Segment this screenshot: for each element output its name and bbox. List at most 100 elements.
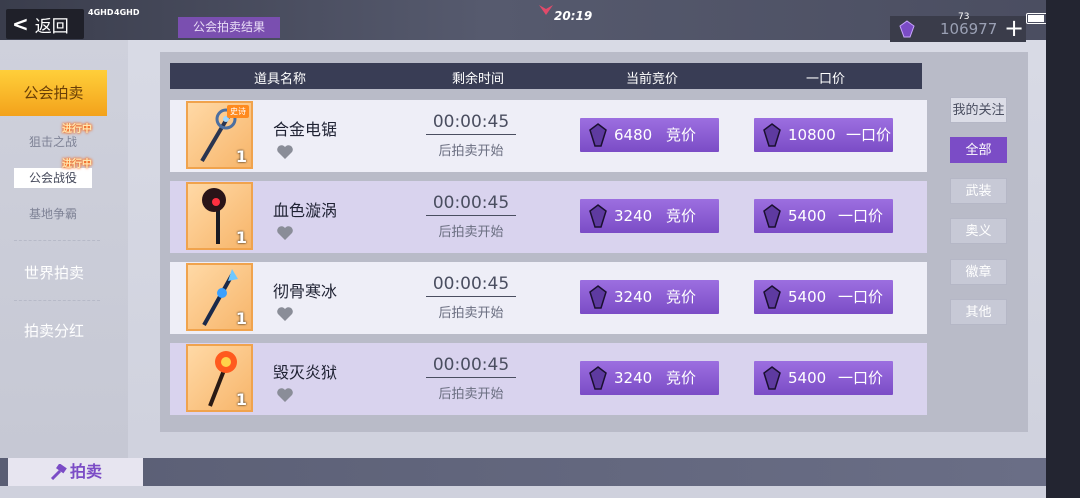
filter-emblem[interactable]: 徽章 xyxy=(950,259,1007,285)
gem-currency-display: 106977 xyxy=(890,16,1002,42)
auction-row: 1 毁灭炎狱 00:00:45 后拍卖开始 3240 竞价 5400 一口价 xyxy=(170,343,927,415)
bid-button[interactable]: 6480 竞价 xyxy=(580,118,719,152)
item-icon-destruction-inferno[interactable]: 1 xyxy=(186,344,253,412)
guild-auction-result-button[interactable]: 公会拍卖结果 xyxy=(178,17,280,38)
countdown-timer: 00:00:45 xyxy=(426,355,516,378)
buyout-label: 一口价 xyxy=(838,207,884,225)
filter-armament[interactable]: 武装 xyxy=(950,178,1007,204)
purple-gem-icon xyxy=(589,366,607,390)
col-remaining-time: 剩余时间 xyxy=(452,72,505,87)
auction-tab[interactable]: 拍卖 xyxy=(8,458,143,486)
battery-percent: 73 xyxy=(958,12,970,22)
add-currency-button[interactable]: + xyxy=(1002,16,1026,42)
auction-tab-label: 拍卖 xyxy=(70,462,103,481)
purple-gem-icon xyxy=(763,204,781,228)
table-header: 道具名称 剩余时间 当前竞价 一口价 xyxy=(170,63,922,89)
favorite-heart-icon[interactable] xyxy=(276,306,294,322)
game-screen: < 返回 4GHD 4GHD 20:19 106977 + 73 公会拍卖结果 … xyxy=(0,0,1080,498)
game-logo-icon xyxy=(539,5,553,15)
filter-all[interactable]: 全部 xyxy=(950,137,1007,163)
purple-gem-icon xyxy=(763,285,781,309)
bid-label: 竞价 xyxy=(666,207,697,225)
bid-button[interactable]: 3240 竞价 xyxy=(580,280,719,314)
buyout-button[interactable]: 5400 一口价 xyxy=(754,199,893,233)
signal-indicator-1: 4GHD xyxy=(88,8,114,17)
item-quantity: 1 xyxy=(235,147,247,166)
buyout-label: 一口价 xyxy=(838,288,884,306)
sidebar-item-guild-auction[interactable]: 公会拍卖 xyxy=(0,70,107,116)
favorite-heart-icon[interactable] xyxy=(276,387,294,403)
sidebar-sub-base-conquest[interactable]: 基地争霸 xyxy=(14,204,92,224)
buyout-label: 一口价 xyxy=(846,126,892,144)
back-button[interactable]: < 返回 xyxy=(6,9,84,39)
item-name: 合金电锯 xyxy=(273,120,338,139)
item-name: 血色漩涡 xyxy=(273,201,338,220)
purple-gem-icon xyxy=(763,366,781,390)
back-label: 返回 xyxy=(34,16,69,37)
bid-button[interactable]: 3240 竞价 xyxy=(580,361,719,395)
favorite-heart-icon[interactable] xyxy=(276,225,294,241)
col-buyout: 一口价 xyxy=(806,72,846,87)
countdown-timer: 00:00:45 xyxy=(426,274,516,297)
bid-amount: 3240 xyxy=(614,288,653,306)
sidebar-item-auction-dividend[interactable]: 拍卖分红 xyxy=(0,320,108,341)
favorite-heart-icon[interactable] xyxy=(276,144,294,160)
item-name: 毁灭炎狱 xyxy=(273,363,338,382)
item-icon-alloy-chainsaw[interactable]: 史诗 1 xyxy=(186,101,253,169)
screen-edge xyxy=(1046,0,1080,498)
buyout-button[interactable]: 5400 一口价 xyxy=(754,361,893,395)
buyout-button[interactable]: 10800 一口价 xyxy=(754,118,893,152)
bottom-bar xyxy=(0,458,1046,486)
filter-other[interactable]: 其他 xyxy=(950,299,1007,325)
filter-mystic[interactable]: 奥义 xyxy=(950,218,1007,244)
countdown-timer: 00:00:45 xyxy=(426,112,516,135)
buyout-button[interactable]: 5400 一口价 xyxy=(754,280,893,314)
buyout-amount: 5400 xyxy=(788,207,827,225)
item-icon-blood-vortex[interactable]: 1 xyxy=(186,182,253,250)
buyout-amount: 10800 xyxy=(788,126,836,144)
back-arrow-icon: < xyxy=(12,12,29,36)
col-current-bid: 当前竞价 xyxy=(626,72,679,87)
sidebar: 公会拍卖 狙击之战 进行中 公会战役 进行中 基地争霸 世界拍卖 拍卖分红 xyxy=(0,40,128,458)
bid-amount: 3240 xyxy=(614,207,653,225)
top-bar: < 返回 4GHD 4GHD 20:19 106977 + 73 xyxy=(0,0,1080,42)
in-progress-badge: 进行中 xyxy=(62,124,92,135)
countdown-timer: 00:00:45 xyxy=(426,193,516,216)
in-progress-badge: 进行中 xyxy=(62,159,92,170)
countdown-caption: 后拍卖开始 xyxy=(438,144,504,159)
gem-amount: 106977 xyxy=(940,20,998,38)
buyout-amount: 5400 xyxy=(788,288,827,306)
sidebar-sub-guild-campaign[interactable]: 公会战役 xyxy=(14,168,92,188)
purple-gem-icon xyxy=(899,20,915,38)
countdown-caption: 后拍卖开始 xyxy=(438,225,504,240)
purple-gem-icon xyxy=(763,123,781,147)
bid-amount: 6480 xyxy=(614,126,653,144)
item-icon-bone-chilling-ice[interactable]: 1 xyxy=(186,263,253,331)
item-name: 彻骨寒冰 xyxy=(273,282,338,301)
bid-label: 竞价 xyxy=(666,126,697,144)
epic-badge: 史诗 xyxy=(227,105,249,118)
auction-row: 1 血色漩涡 00:00:45 后拍卖开始 3240 竞价 5400 一口价 xyxy=(170,181,927,253)
purple-gem-icon xyxy=(589,285,607,309)
purple-gem-icon xyxy=(589,204,607,228)
buyout-label: 一口价 xyxy=(838,369,884,387)
auction-row: 史诗 1 合金电锯 00:00:45 后拍卖开始 6480 竞价 10800 一… xyxy=(170,100,927,172)
bid-amount: 3240 xyxy=(614,369,653,387)
sidebar-sub-snipe-battle[interactable]: 狙击之战 xyxy=(14,132,92,152)
bid-label: 竞价 xyxy=(666,288,697,306)
item-quantity: 1 xyxy=(235,228,247,247)
purple-gem-icon xyxy=(589,123,607,147)
auction-row: 1 彻骨寒冰 00:00:45 后拍卖开始 3240 竞价 5400 一口价 xyxy=(170,262,927,334)
signal-indicator-2: 4GHD xyxy=(114,8,140,17)
buyout-amount: 5400 xyxy=(788,369,827,387)
sidebar-item-world-auction[interactable]: 世界拍卖 xyxy=(0,262,108,283)
bid-button[interactable]: 3240 竞价 xyxy=(580,199,719,233)
divider xyxy=(14,240,100,241)
item-quantity: 1 xyxy=(235,309,247,328)
filter-my-follow[interactable]: 我的关注 xyxy=(950,97,1007,123)
bid-label: 竞价 xyxy=(666,369,697,387)
clock: 20:19 xyxy=(554,9,593,23)
item-quantity: 1 xyxy=(235,390,247,409)
countdown-caption: 后拍卖开始 xyxy=(438,387,504,402)
divider xyxy=(14,300,100,301)
